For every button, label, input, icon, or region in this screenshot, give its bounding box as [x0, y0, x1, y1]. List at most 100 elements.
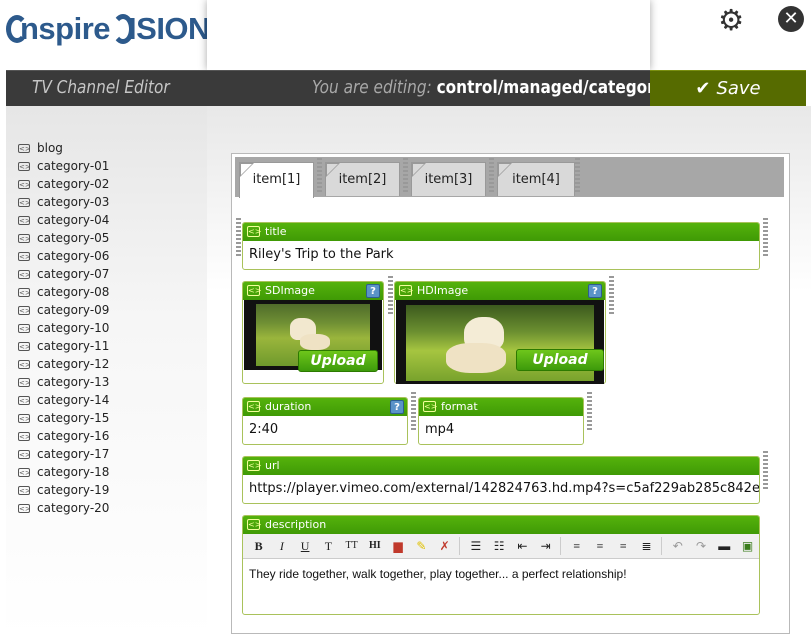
sidebar-item-category-01[interactable]: <> category-01: [18, 157, 109, 175]
drag-handle[interactable]: [763, 451, 768, 491]
save-button[interactable]: ✔ Save: [650, 70, 806, 106]
sidebar-item-category-11[interactable]: <> category-11: [18, 337, 109, 355]
title-input[interactable]: Riley's Trip to the Park: [243, 241, 759, 268]
duration-input[interactable]: 2:40: [243, 416, 407, 443]
font-size-alt-button[interactable]: TT: [340, 536, 363, 556]
drag-handle[interactable]: [236, 218, 241, 258]
help-icon[interactable]: ?: [366, 284, 380, 298]
align-left-icon[interactable]: ≡: [565, 536, 588, 556]
sidebar-item-category-05[interactable]: <> category-05: [18, 229, 109, 247]
field-header: <> HDImage?: [395, 282, 605, 300]
rich-text-toolbar: B I U T TT HI ▆ ✎ ✗ ☰ ☷ ⇤ ⇥ ≡ ≡ ≡ ≣ ↶ ↷ …: [243, 534, 759, 559]
field-header: <> duration?: [243, 398, 407, 416]
node-icon: <>: [18, 161, 31, 171]
field-icon: <>: [247, 285, 262, 296]
drag-handle[interactable]: [575, 158, 580, 194]
align-center-icon[interactable]: ≡: [588, 536, 611, 556]
sidebar-item-category-17[interactable]: <> category-17: [18, 445, 109, 463]
sidebar-item-category-19[interactable]: <> category-19: [18, 481, 109, 499]
format-input[interactable]: mp4: [419, 416, 583, 443]
undo-icon[interactable]: ↶: [666, 536, 689, 556]
underline-button[interactable]: U: [294, 536, 317, 556]
sidebar-item-category-06[interactable]: <> category-06: [18, 247, 109, 265]
duration-field: <> duration? 2:40: [242, 397, 408, 445]
hdimage-preview: Upload: [396, 300, 604, 384]
sidebar-item-category-08[interactable]: <> category-08: [18, 283, 109, 301]
sidebar-item-label: category-11: [37, 339, 110, 353]
close-icon[interactable]: ✕: [778, 6, 804, 32]
sdimage-upload-button[interactable]: Upload: [298, 350, 378, 372]
drag-handle[interactable]: [587, 392, 592, 432]
text-color-icon[interactable]: ▆: [387, 536, 410, 556]
hdimage-upload-button[interactable]: Upload: [516, 349, 604, 371]
drag-handle[interactable]: [763, 218, 768, 258]
sidebar-item-category-04[interactable]: <> category-04: [18, 211, 109, 229]
tab-item-3[interactable]: item[3]: [411, 162, 486, 196]
clear-format-icon[interactable]: ✗: [433, 536, 456, 556]
sidebar-item-category-12[interactable]: <> category-12: [18, 355, 109, 373]
insert-image-icon[interactable]: ▣: [736, 536, 759, 556]
sidebar-list: <> blog <> category-01 <> category-02 <> catego…: [18, 139, 109, 517]
sidebar-item-category-20[interactable]: <> category-20: [18, 499, 109, 517]
sidebar-item-label: category-08: [37, 285, 110, 299]
italic-button[interactable]: I: [270, 536, 293, 556]
sidebar-item-category-15[interactable]: <> category-15: [18, 409, 109, 427]
sidebar-item-label: category-03: [37, 195, 110, 209]
numbered-list-icon[interactable]: ☷: [487, 536, 510, 556]
node-icon: <>: [18, 197, 31, 207]
sidebar-item-category-18[interactable]: <> category-18: [18, 463, 109, 481]
drag-handle[interactable]: [411, 392, 416, 432]
sidebar-item-category-14[interactable]: <> category-14: [18, 391, 109, 409]
node-icon: <>: [18, 359, 31, 369]
field-header: <> description: [243, 516, 759, 534]
font-size-button[interactable]: T: [317, 536, 340, 556]
drag-handle[interactable]: [403, 158, 408, 194]
indent-icon[interactable]: ⇥: [534, 536, 557, 556]
gear-icon[interactable]: ⚙: [717, 6, 745, 35]
sidebar-item-category-03[interactable]: <> category-03: [18, 193, 109, 211]
help-icon[interactable]: ?: [390, 400, 404, 414]
sidebar-item-label: category-09: [37, 303, 110, 317]
description-field: <> description B I U T TT HI ▆ ✎ ✗ ☰ ☷ ⇤ …: [242, 515, 760, 615]
sidebar-item-category-07[interactable]: <> category-07: [18, 265, 109, 283]
tab-item-1[interactable]: item[1]: [239, 162, 314, 198]
sidebar-item-label: blog: [37, 141, 63, 155]
sidebar-item-label: category-20: [37, 501, 110, 515]
sidebar-item-label: category-13: [37, 375, 110, 389]
drag-handle[interactable]: [489, 158, 494, 194]
description-editor[interactable]: They ride together, walk together, play …: [243, 559, 759, 589]
align-right-icon[interactable]: ≡: [612, 536, 635, 556]
help-icon[interactable]: ?: [588, 284, 602, 298]
node-icon: <>: [18, 503, 31, 513]
node-icon: <>: [18, 269, 31, 279]
highlight-icon[interactable]: ✎: [410, 536, 433, 556]
sidebar-item-blog[interactable]: <> blog: [18, 139, 109, 157]
field-icon: <>: [247, 460, 262, 471]
tab-item-4[interactable]: item[4]: [497, 162, 575, 196]
app-title: TV Channel Editor: [32, 77, 170, 98]
field-icon: <>: [399, 285, 414, 296]
redo-icon[interactable]: ↷: [689, 536, 712, 556]
tab-item-2[interactable]: item[2]: [325, 162, 400, 196]
horizontal-rule-icon[interactable]: ▬: [713, 536, 736, 556]
outdent-icon[interactable]: ⇤: [511, 536, 534, 556]
sidebar-item-label: category-18: [37, 465, 110, 479]
check-icon: ✔: [695, 78, 711, 99]
sidebar-item-category-13[interactable]: <> category-13: [18, 373, 109, 391]
sidebar-item-label: category-07: [37, 267, 110, 281]
url-input[interactable]: https://player.vimeo.com/external/142824…: [243, 475, 759, 502]
drag-handle[interactable]: [388, 276, 393, 316]
drag-handle[interactable]: [609, 276, 614, 316]
bold-button[interactable]: B: [247, 536, 270, 556]
node-icon: <>: [18, 395, 31, 405]
sidebar-item-category-09[interactable]: <> category-09: [18, 301, 109, 319]
align-justify-icon[interactable]: ≣: [635, 536, 658, 556]
bullet-list-icon[interactable]: ☰: [464, 536, 487, 556]
sidebar-item-category-02[interactable]: <> category-02: [18, 175, 109, 193]
drag-handle[interactable]: [317, 158, 322, 194]
heading-button[interactable]: HI: [363, 536, 386, 556]
format-field: <> format mp4: [418, 397, 584, 445]
sidebar-item-category-10[interactable]: <> category-10: [18, 319, 109, 337]
sidebar-item-category-16[interactable]: <> category-16: [18, 427, 109, 445]
brand-logo: nspire ISION: [6, 8, 210, 50]
